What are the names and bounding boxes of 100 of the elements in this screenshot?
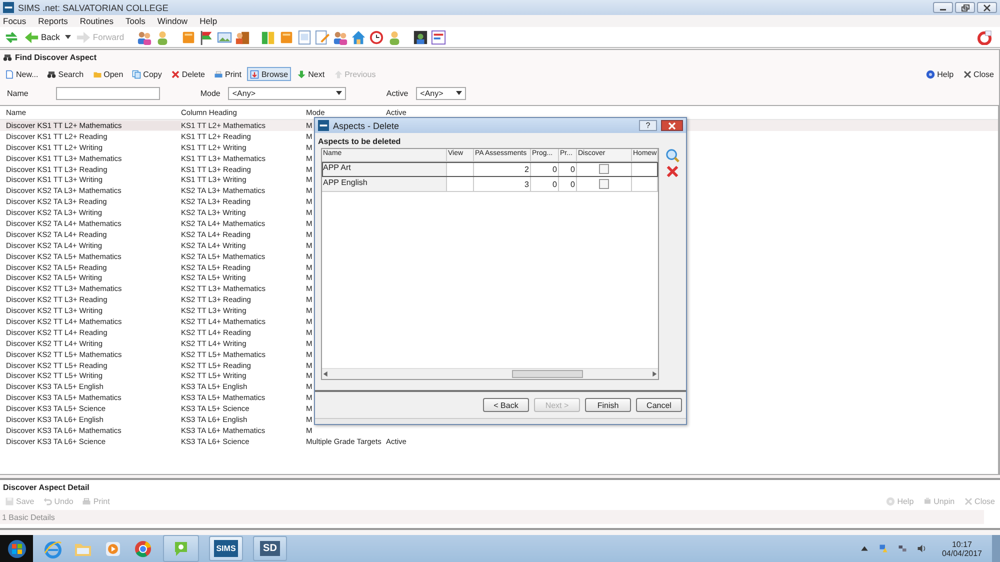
printer-icon <box>82 496 92 506</box>
grid-cell: 3 <box>474 177 531 191</box>
dialog-heading: Aspects to be deleted <box>317 136 402 148</box>
ring-icon[interactable] <box>133 538 153 558</box>
document-icon[interactable] <box>297 30 312 44</box>
toolbar-button[interactable]: Print <box>210 67 244 81</box>
help-button[interactable]: ? <box>639 120 657 131</box>
lifebuoy-icon[interactable] <box>977 30 992 44</box>
menu-item[interactable]: Routines <box>80 16 114 26</box>
printer-icon <box>214 70 223 78</box>
caret-icon[interactable] <box>64 35 71 39</box>
menu-item[interactable]: Tools <box>125 16 146 26</box>
left-arrow-icon <box>24 30 39 44</box>
left-arrow-icon[interactable] <box>322 370 330 378</box>
close-icon <box>667 122 677 130</box>
checkbox[interactable] <box>599 179 609 189</box>
pin-icon <box>922 496 932 506</box>
grid-cell: APP English <box>322 177 447 191</box>
back-button[interactable]: Back <box>22 30 62 44</box>
filter-label: Name <box>7 88 28 98</box>
up-caret-icon[interactable] <box>860 544 869 553</box>
caret-icon <box>336 91 342 95</box>
copy-icon <box>132 70 142 78</box>
grid-cell: 0 <box>531 177 559 191</box>
menu-item[interactable]: Reports <box>38 16 68 26</box>
binoculars-icon <box>47 70 56 78</box>
grid-row[interactable]: APP English 3 0 0 <box>322 177 658 192</box>
caret-icon <box>456 91 462 95</box>
help-icon <box>926 70 936 78</box>
flag-icon[interactable] <box>199 30 214 44</box>
taskbar-button[interactable]: SD <box>253 536 287 561</box>
restore-button[interactable] <box>955 2 975 13</box>
dropdown[interactable]: <Any> <box>228 86 346 100</box>
dropdown[interactable]: <Any> <box>416 86 466 100</box>
menu-item[interactable]: Focus <box>3 16 26 26</box>
people-tile-icon[interactable] <box>413 30 428 44</box>
menu-item[interactable]: Help <box>200 16 218 26</box>
minimize-button[interactable] <box>933 2 953 13</box>
grid-cell: 0 <box>531 162 559 176</box>
toolbar-button[interactable]: Close <box>960 67 997 81</box>
close-icon <box>964 496 973 506</box>
toolbar-button[interactable]: Open <box>90 67 126 81</box>
grid-cell: 0 <box>559 177 577 191</box>
down-arrow-icon <box>297 70 306 78</box>
grid-row[interactable]: APP Art 2 0 0 <box>322 162 658 177</box>
app-logo-icon <box>318 120 329 131</box>
browser-e-icon[interactable] <box>43 538 63 558</box>
clock[interactable]: 10:17 04/04/2017 <box>942 540 982 558</box>
close-icon <box>982 4 992 12</box>
restore-icon <box>960 4 970 12</box>
undo-icon <box>43 496 52 506</box>
up-arrow-icon <box>334 70 343 78</box>
toolbar-button[interactable]: Browse <box>247 67 292 81</box>
app-logo-icon <box>3 2 14 13</box>
menu-item[interactable]: Window <box>157 16 188 26</box>
dialog-button[interactable]: Finish <box>585 398 631 412</box>
binoculars-icon <box>3 53 12 62</box>
picture-frame-icon[interactable] <box>217 30 232 44</box>
refresh-arrows-icon[interactable] <box>4 30 19 44</box>
pencil-document-icon[interactable] <box>315 30 330 44</box>
document-icon <box>5 70 14 78</box>
checkbox[interactable] <box>599 164 609 174</box>
toolbar-button[interactable]: Help <box>923 67 957 81</box>
delete-icon[interactable] <box>665 164 680 179</box>
toolbar-button[interactable]: Next <box>294 67 328 81</box>
right-arrow-icon <box>76 30 91 44</box>
grid-cell: 2 <box>474 162 531 176</box>
folder-icon <box>92 70 102 78</box>
people-icon[interactable] <box>333 30 348 44</box>
toolbar-button[interactable]: Search <box>44 67 87 81</box>
dialog-button[interactable]: < Back <box>483 398 529 412</box>
close-icon <box>962 70 972 78</box>
toolbar-button[interactable]: Delete <box>168 67 208 81</box>
toolbar-button[interactable]: New... <box>2 67 42 81</box>
magnifier-icon[interactable] <box>665 148 680 163</box>
close-button[interactable] <box>977 2 997 13</box>
delete-icon <box>170 70 180 78</box>
book-icon[interactable] <box>279 30 294 44</box>
help-icon <box>886 496 896 506</box>
start-button[interactable] <box>0 535 33 562</box>
right-arrow-icon[interactable] <box>650 370 658 378</box>
horizontal-scrollbar[interactable] <box>322 368 658 379</box>
grid-cell: 0 <box>559 162 577 176</box>
people-icon[interactable] <box>137 30 152 44</box>
clock-icon[interactable] <box>369 30 384 44</box>
panel-title: Discover Aspect Detail <box>2 482 90 492</box>
close-button[interactable] <box>661 120 683 131</box>
name-field[interactable] <box>56 86 160 100</box>
speaker-icon[interactable] <box>916 544 926 553</box>
filter-label: Active <box>386 88 408 98</box>
taskbar-button[interactable]: SIMS <box>209 536 243 561</box>
browse-icon <box>250 70 260 78</box>
dialog-button[interactable]: Cancel <box>636 398 682 412</box>
toolbar-button[interactable]: Copy <box>129 67 165 81</box>
dialog-title: Aspects - Delete <box>333 120 400 130</box>
network-icon[interactable] <box>898 544 907 553</box>
warning-flag-icon[interactable] <box>878 544 888 553</box>
binder-icon[interactable] <box>261 30 276 44</box>
list-document-icon[interactable] <box>431 30 446 44</box>
book-person-icon[interactable] <box>235 30 250 44</box>
